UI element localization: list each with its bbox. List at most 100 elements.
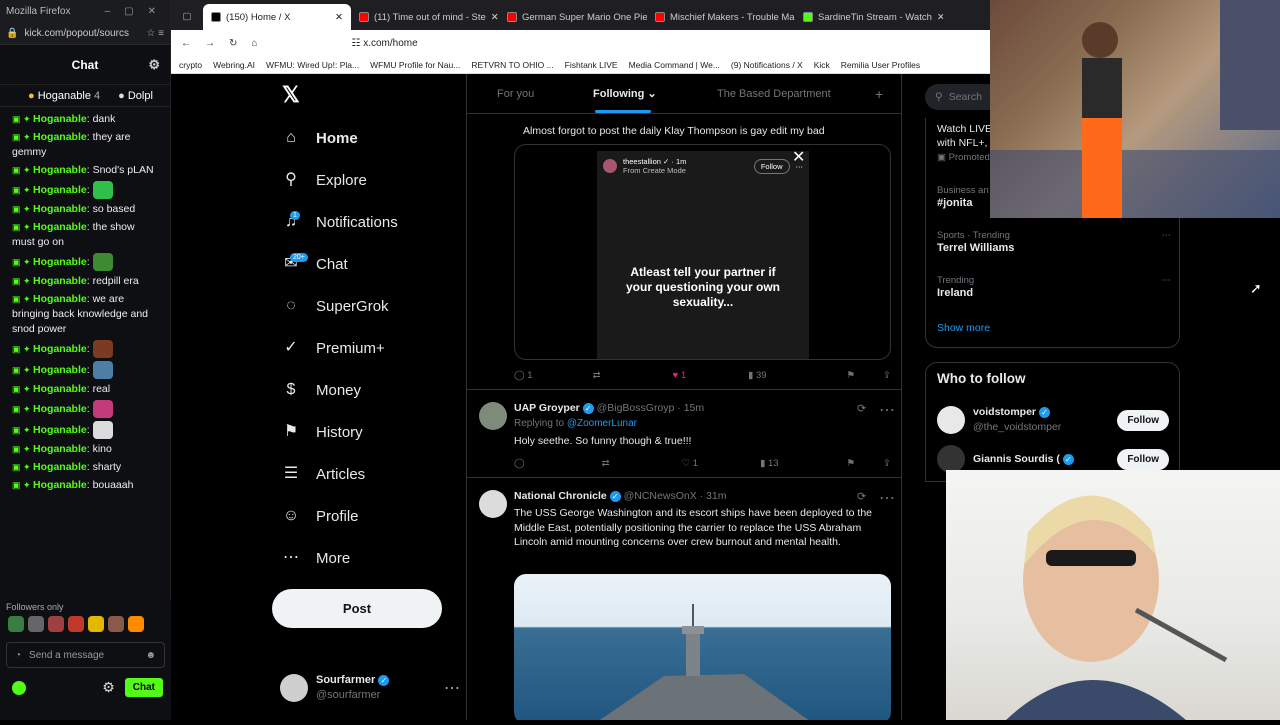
grok-icon[interactable]: ⟳: [857, 402, 866, 415]
emote[interactable]: [68, 616, 84, 632]
nav-item-premium[interactable]: ✓ Premium+: [280, 327, 460, 369]
browser-tab[interactable]: SardineTin Stream - Watch ✕: [795, 4, 943, 30]
author-name[interactable]: National Chronicle: [514, 490, 607, 502]
follow-suggestion[interactable]: Giannis Sourdis ( ✓ Follow: [937, 445, 1169, 473]
tab-based-department[interactable]: The Based Department: [717, 88, 831, 100]
close-tab-icon[interactable]: ✕: [491, 12, 499, 23]
share-icon[interactable]: ⇪: [883, 458, 891, 469]
chat-username[interactable]: Hoganable: [33, 383, 87, 395]
nav-item-more[interactable]: ⋯ More: [280, 537, 460, 579]
chat-username[interactable]: Hoganable: [33, 164, 87, 176]
browser-tab[interactable]: (11) Time out of mind - Ste ✕: [351, 4, 499, 30]
tab-for-you[interactable]: For you: [497, 88, 534, 100]
bookmark-icon[interactable]: ⚑: [847, 458, 856, 469]
author-name[interactable]: UAP Groyper: [514, 402, 580, 414]
tweet-image[interactable]: [514, 574, 891, 720]
emote[interactable]: [28, 616, 44, 632]
more-icon[interactable]: ⋯: [1162, 229, 1172, 242]
close-tab-icon[interactable]: ✕: [335, 12, 343, 23]
more-icon[interactable]: ⋯: [879, 488, 895, 508]
close-icon[interactable]: ✕: [792, 147, 805, 167]
bookmark-item[interactable]: Fishtank LIVE: [565, 60, 618, 70]
chat-username[interactable]: Hoganable: [33, 343, 87, 355]
post-button[interactable]: Post: [272, 589, 442, 628]
settings-icon[interactable]: ⚙: [102, 679, 115, 696]
chat-username[interactable]: Hoganable: [33, 424, 87, 436]
grok-icon[interactable]: ⟳: [857, 490, 866, 503]
chat-settings-icon[interactable]: ⚙: [148, 57, 160, 73]
nav-item-money[interactable]: $ Money: [280, 369, 460, 411]
x-logo-icon[interactable]: 𝕏: [282, 82, 300, 108]
reply-icon[interactable]: ◯ 1: [514, 370, 533, 381]
chat-username[interactable]: Hoganable: [33, 275, 87, 287]
views-icon[interactable]: ▮ 39: [748, 370, 766, 381]
views-icon[interactable]: ▮ 13: [760, 458, 778, 469]
promo[interactable]: Watch LIVE with NFL+, ▣ Promoted: [937, 122, 992, 164]
trend-item[interactable]: Business an #jonita: [937, 184, 989, 210]
bookmark-item[interactable]: (9) Notifications / X: [731, 60, 803, 70]
nav-item-chat[interactable]: ✉ 20+ Chat: [280, 243, 460, 285]
address-bar[interactable]: ☷ x.com/home: [351, 38, 417, 49]
repost-icon[interactable]: ⇄: [602, 458, 610, 469]
bookmark-item[interactable]: Webring.AI: [213, 60, 255, 70]
follow-suggestion[interactable]: voidstomper ✓ @the_voidstomper Follow: [937, 405, 1169, 435]
chat-username[interactable]: Hoganable: [33, 293, 87, 305]
nav-item-explore[interactable]: ⚲ Explore: [280, 159, 460, 201]
nav-item-notifications[interactable]: ♫ 1 Notifications: [280, 201, 460, 243]
bookmark-icon[interactable]: ⚑: [847, 370, 856, 381]
message-input[interactable]: ◔ Send a message ☻: [6, 642, 165, 668]
emote[interactable]: [8, 616, 24, 632]
browser-tab[interactable]: Mischief Makers - Trouble Maker✕: [647, 4, 795, 30]
bookmark-item[interactable]: RETVRN TO OHIO ...: [471, 60, 553, 70]
chat-username[interactable]: Hoganable: [33, 113, 87, 125]
account-switcher[interactable]: Sourfarmer ✓ @sourfarmer ⋯: [280, 672, 460, 704]
chat-username[interactable]: Hoganable: [33, 203, 87, 215]
bookmark-item[interactable]: Media Command | We...: [629, 60, 720, 70]
more-options-icon[interactable]: ⋯: [444, 678, 460, 698]
more-icon[interactable]: ⋯: [879, 400, 895, 420]
tweet[interactable]: Almost forgot to post the daily Klay Tho…: [467, 114, 901, 390]
nav-item-profile[interactable]: ☺ Profile: [280, 495, 460, 537]
close-tab-icon[interactable]: ✕: [937, 12, 943, 23]
emoji-icon[interactable]: ☻: [145, 650, 156, 661]
like-icon[interactable]: ♥ 1: [673, 370, 687, 381]
send-chat-button[interactable]: Chat: [124, 678, 163, 697]
bookmark-item[interactable]: WFMU Profile for Nau...: [370, 60, 460, 70]
window-controls[interactable]: –▢✕: [105, 6, 170, 17]
author-handle[interactable]: @BigBossGroyp: [597, 402, 675, 414]
author-handle[interactable]: @NCNewsOnX: [624, 490, 697, 502]
share-icon[interactable]: ⇪: [883, 370, 891, 381]
chat-username[interactable]: Hoganable: [33, 461, 87, 473]
add-tab-icon[interactable]: +: [875, 86, 883, 102]
tweet-time[interactable]: 31m: [706, 490, 726, 502]
chat-username[interactable]: Hoganable: [33, 184, 87, 196]
bookmark-item[interactable]: Remilia User Profiles: [841, 60, 920, 70]
chat-username[interactable]: Hoganable: [33, 443, 87, 455]
follow-button[interactable]: Follow: [1117, 409, 1169, 431]
tweet[interactable]: UAP Groyper ✓ @BigBossGroyp · 15m ⟳ ⋯ Re…: [467, 390, 901, 478]
trend-item[interactable]: Trending ⋯ Ireland: [937, 274, 1171, 300]
tweet[interactable]: National Chronicle ✓ @NCNewsOnX · 31m ⟳ …: [467, 478, 901, 720]
more-icon[interactable]: ⋯: [1162, 274, 1172, 287]
chat-username[interactable]: Hoganable: [33, 364, 87, 376]
chat-username[interactable]: Hoganable: [33, 403, 87, 415]
tab-overview-icon[interactable]: ▢: [171, 4, 203, 30]
reload-icon[interactable]: ↻: [229, 38, 237, 49]
like-icon[interactable]: ♡ 1: [682, 458, 698, 469]
browser-tab[interactable]: (150) Home / X ✕: [203, 4, 351, 30]
trend-item[interactable]: Sports · Trending ⋯ Terrel Williams: [937, 229, 1171, 255]
chat-username[interactable]: Hoganable: [33, 131, 87, 143]
chat-username[interactable]: Hoganable: [33, 479, 87, 491]
bookmark-item[interactable]: Kick: [814, 60, 830, 70]
reply-icon[interactable]: ◯: [514, 458, 525, 469]
reply-target[interactable]: @ZoomerLunar: [567, 418, 637, 429]
tab-following[interactable]: Following ⌄: [593, 87, 657, 100]
emote[interactable]: [88, 616, 104, 632]
back-icon[interactable]: ←: [181, 38, 191, 49]
nav-item-articles[interactable]: ☰ Articles: [280, 453, 460, 495]
show-more-link[interactable]: Show more: [937, 322, 990, 334]
bookmark-item[interactable]: crypto: [179, 60, 202, 70]
emote[interactable]: [128, 616, 144, 632]
nav-item-supergrok[interactable]: ◌ SuperGrok: [280, 285, 460, 327]
embed-follow-button[interactable]: Follow: [753, 158, 790, 174]
